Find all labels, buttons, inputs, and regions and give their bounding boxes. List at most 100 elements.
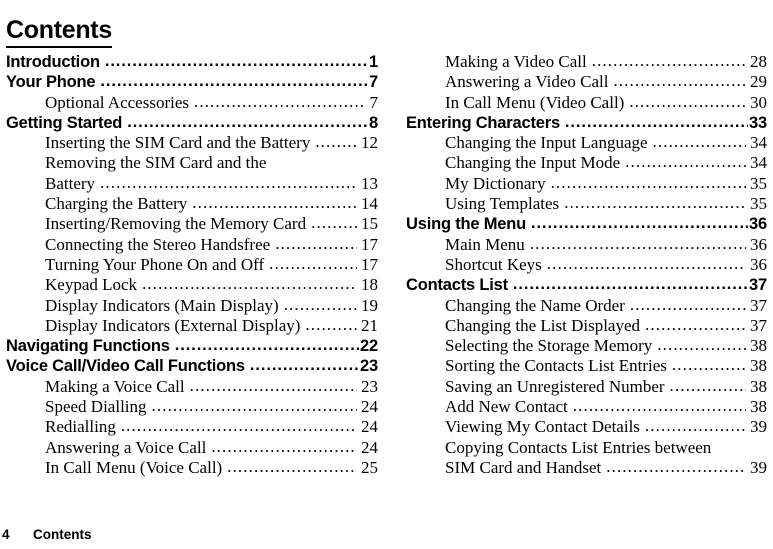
toc-entry-page-number: 28 — [750, 52, 767, 71]
toc-entry-section[interactable]: Main Menu...............................… — [406, 235, 767, 255]
toc-entry-chapter[interactable]: Getting Started.........................… — [6, 113, 378, 133]
toc-entry-label: Charging the Battery — [45, 194, 188, 214]
toc-entry-page-number: 1 — [369, 53, 378, 71]
toc-leader-dots: ........................................… — [249, 356, 359, 375]
toc-entry-label: Making a Video Call — [445, 52, 587, 71]
toc-entry-chapter[interactable]: Using the Menu..........................… — [406, 214, 767, 234]
toc-leader-dots: ........................................… — [657, 336, 746, 355]
toc-entry-page-number: 7 — [369, 92, 379, 112]
toc-entry-page-number: 22 — [360, 337, 378, 356]
toc-entry-label: SIM Card and Handset — [445, 457, 602, 477]
toc-entry-page-number: 36 — [750, 234, 767, 254]
toc-entry-label: Add New Contact — [445, 397, 568, 417]
toc-entry-label: Changing the Input Language — [445, 133, 648, 153]
toc-leader-dots: ........................................… — [189, 376, 357, 395]
toc-entry-section[interactable]: Optional Accessories....................… — [6, 93, 378, 113]
toc-entry-label: Introduction — [6, 53, 100, 71]
toc-entry-page-number: 37 — [750, 315, 767, 335]
toc-leader-dots: ........................................… — [305, 315, 357, 334]
toc-entry-section[interactable]: Answering a Video Call..................… — [406, 72, 767, 92]
toc-entry-chapter[interactable]: Voice Call/Video Call Functions.........… — [6, 356, 378, 376]
toc-leader-dots: ........................................… — [606, 457, 746, 476]
toc-entry-section[interactable]: Making a Voice Call.....................… — [6, 377, 378, 397]
toc-entry-label: Contacts List — [406, 276, 508, 295]
toc-entry-section[interactable]: Changing the Input Mode.................… — [406, 153, 767, 173]
toc-entry-page-number: 24 — [361, 397, 378, 417]
toc-entry-section[interactable]: Selecting the Storage Memory............… — [406, 336, 767, 356]
toc-entry-page-number: 36 — [750, 254, 767, 274]
toc-entry-label: Selecting the Storage Memory — [445, 336, 653, 356]
toc-entry-section[interactable]: SIM Card and Handset....................… — [406, 458, 767, 478]
toc-entry-section[interactable]: Changing the List Displayed.............… — [406, 316, 767, 336]
toc-entry-page-number: 37 — [749, 276, 767, 295]
footer-section-name: Contents — [33, 527, 92, 542]
toc-leader-dots: ........................................… — [283, 295, 357, 314]
toc-entry-page-number: 15 — [361, 214, 378, 234]
toc-entry-label: Using Templates — [445, 194, 560, 214]
toc-entry-section[interactable]: Turning Your Phone On and Off...........… — [6, 255, 378, 275]
toc-entry-section[interactable]: Making a Video Call.....................… — [406, 52, 767, 72]
toc-entry-section[interactable]: Sorting the Contacts List Entries.......… — [406, 356, 767, 376]
toc-entry-section[interactable]: Display Indicators (Main Display).......… — [6, 296, 378, 316]
toc-entry-section[interactable]: Copying Contacts List Entries between...… — [406, 438, 767, 458]
toc-entry-section[interactable]: Battery.................................… — [6, 174, 378, 194]
page-title-text: Contents — [6, 15, 112, 48]
toc-entry-label: Shortcut Keys — [445, 254, 542, 274]
toc-entry-section[interactable]: In Call Menu (Video Call)...............… — [406, 93, 767, 113]
toc-leader-dots: ........................................… — [269, 254, 357, 273]
toc-leader-dots: ........................................… — [550, 173, 746, 192]
toc-column-right: Making a Video Call.....................… — [406, 52, 767, 478]
toc-entry-label: Optional Accessories — [45, 92, 189, 112]
toc-entry-chapter[interactable]: Entering Characters.....................… — [406, 113, 767, 133]
toc-entry-section[interactable]: Add New Contact.........................… — [406, 397, 767, 417]
toc-leader-dots: ........................................… — [629, 295, 746, 314]
toc-entry-section[interactable]: Inserting the SIM Card and the Battery..… — [6, 133, 378, 153]
toc-entry-section[interactable]: Shortcut Keys...........................… — [406, 255, 767, 275]
toc-leader-dots: ........................................… — [529, 234, 746, 253]
toc-leader-dots: ........................................… — [625, 153, 746, 172]
toc-entry-section[interactable]: Saving an Unregistered Number...........… — [406, 377, 767, 397]
toc-entry-page-number: 24 — [361, 437, 378, 457]
toc-leader-dots: ........................................… — [104, 52, 369, 70]
page-footer: 4 Contents — [0, 526, 773, 548]
toc-entry-label: My Dictionary — [445, 173, 546, 193]
toc-entry-section[interactable]: Changing the Name Order.................… — [406, 296, 767, 316]
toc-entry-section[interactable]: Answering a Voice Call..................… — [6, 438, 378, 458]
toc-entry-chapter[interactable]: Contacts List...........................… — [406, 275, 767, 295]
toc-leader-dots: ........................................… — [652, 133, 746, 152]
toc-entry-section[interactable]: Viewing My Contact Details..............… — [406, 417, 767, 437]
toc-leader-dots: ........................................… — [671, 356, 746, 375]
toc-entry-page-number: 19 — [361, 295, 378, 315]
toc-entry-page-number: 35 — [750, 173, 767, 193]
toc-entry-section[interactable]: Speed Dialling..........................… — [6, 397, 378, 417]
toc-entry-label: Changing the Name Order — [445, 295, 625, 315]
toc-entry-page-number: 37 — [750, 295, 767, 315]
toc-entry-section[interactable]: In Call Menu (Voice Call)...............… — [6, 458, 378, 478]
toc-entry-section[interactable]: My Dictionary...........................… — [406, 174, 767, 194]
toc-entry-page-number: 18 — [361, 275, 378, 295]
toc-entry-label: Answering a Video Call — [445, 72, 609, 92]
toc-entry-section[interactable]: Connecting the Stereo Handsfree.........… — [6, 235, 378, 255]
toc-entry-page-number: 12 — [361, 133, 378, 153]
toc-entry-section[interactable]: Removing the SIM Card and the...........… — [6, 153, 378, 173]
toc-leader-dots: ........................................… — [194, 92, 366, 111]
toc-entry-page-number: 34 — [750, 133, 767, 153]
toc-entry-section[interactable]: Using Templates.........................… — [406, 194, 767, 214]
toc-entry-chapter[interactable]: Introduction............................… — [6, 52, 378, 72]
toc-entry-label: Changing the List Displayed — [445, 315, 641, 335]
toc-leader-dots: ........................................… — [564, 112, 748, 131]
toc-entry-section[interactable]: Redialling..............................… — [6, 417, 378, 437]
toc-entry-section[interactable]: Inserting/Removing the Memory Card......… — [6, 214, 378, 234]
toc-entry-label: Removing the SIM Card and the — [45, 153, 267, 173]
toc-entry-section[interactable]: Changing the Input Language.............… — [406, 133, 767, 153]
toc-entry-page-number: 21 — [361, 315, 378, 335]
toc-leader-dots: ........................................… — [629, 92, 746, 111]
toc-entry-section[interactable]: Keypad Lock.............................… — [6, 275, 378, 295]
toc-leader-dots: ........................................… — [315, 133, 357, 152]
toc-entry-label: In Call Menu (Voice Call) — [45, 457, 223, 477]
toc-entry-chapter[interactable]: Your Phone..............................… — [6, 72, 378, 92]
toc-entry-section[interactable]: Display Indicators (External Display)...… — [6, 316, 378, 336]
toc-entry-section[interactable]: Charging the Battery....................… — [6, 194, 378, 214]
toc-leader-dots: ........................................… — [211, 437, 357, 456]
toc-entry-chapter[interactable]: Navigating Functions....................… — [6, 336, 378, 356]
